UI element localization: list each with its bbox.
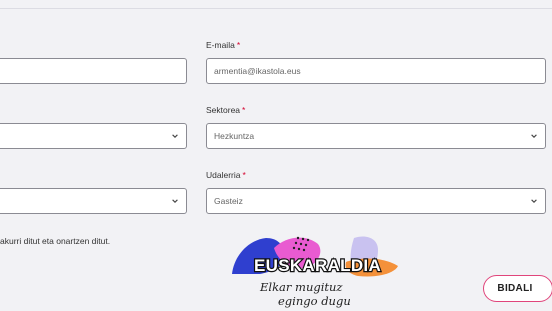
submit-button[interactable]: BIDALI <box>483 275 552 302</box>
municipality-label: Udalerria * <box>206 170 246 180</box>
logo-tagline-line1: Elkar mugituz <box>259 280 343 294</box>
chevron-down-icon <box>172 199 178 203</box>
chevron-down-icon <box>531 134 537 138</box>
municipality-label-text: Udalerria <box>206 170 241 180</box>
email-label: E-maila * <box>206 40 240 50</box>
top-divider <box>0 8 552 9</box>
consent-text: akurri ditut eta onartzen ditut. <box>0 236 111 246</box>
chevron-down-icon <box>531 199 537 203</box>
chevron-down-icon <box>172 134 178 138</box>
left-select-1[interactable] <box>0 123 187 149</box>
email-field[interactable]: armentia@ikastola.eus <box>206 58 546 84</box>
left-text-input[interactable] <box>0 58 187 84</box>
required-mark: * <box>242 105 246 115</box>
sector-select-value: Hezkuntza <box>214 131 255 141</box>
logo-wordmark: EUSKARALDIA <box>254 256 381 275</box>
required-mark: * <box>236 40 241 50</box>
municipality-select[interactable]: Gasteiz <box>206 188 546 214</box>
email-field-value: armentia@ikastola.eus <box>214 66 301 76</box>
sector-label: Sektorea * <box>206 105 245 115</box>
euskaraldia-logo: EUSKARALDIA Elkar mugituz egingo dugu <box>232 236 398 308</box>
required-mark: * <box>242 170 246 180</box>
municipality-select-value: Gasteiz <box>214 196 243 206</box>
sector-label-text: Sektorea <box>206 105 241 115</box>
sector-select[interactable]: Hezkuntza <box>206 123 546 149</box>
email-label-text: E-maila <box>206 40 235 50</box>
left-select-2[interactable] <box>0 188 187 214</box>
logo-tagline-line2: egingo dugu <box>278 294 351 308</box>
